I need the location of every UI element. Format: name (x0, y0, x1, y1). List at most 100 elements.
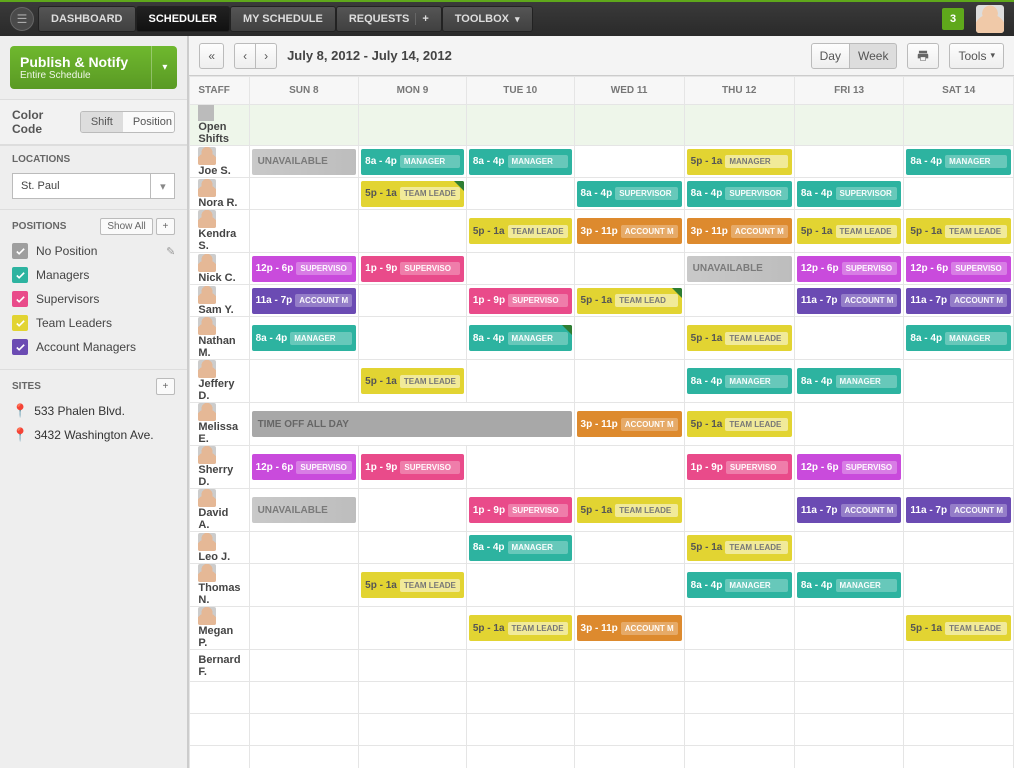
shift-cell[interactable]: 11a - 7pACCOUNT M (904, 489, 1014, 532)
shift-cell[interactable]: 5p - 1aTEAM LEAD (574, 285, 684, 317)
nav-requests[interactable]: REQUESTS+ (336, 6, 442, 32)
next-week-button[interactable]: › (256, 43, 277, 69)
position-item[interactable]: Team Leaders (12, 311, 175, 335)
shift-cell[interactable]: 3p - 11pACCOUNT M (574, 607, 684, 650)
shift-cell[interactable]: 3p - 11pACCOUNT M (684, 210, 794, 253)
timeoff-cell[interactable]: TIME OFF ALL DAY (249, 403, 574, 446)
site-item[interactable]: 📍3432 Washington Ave. (12, 423, 175, 447)
staff-name-cell[interactable]: David A. (190, 489, 249, 532)
staff-name-cell[interactable]: Nathan M. (190, 317, 249, 360)
prev-week-button[interactable]: ‹ (234, 43, 256, 69)
nav-scheduler[interactable]: SCHEDULER (136, 6, 230, 32)
shift-cell[interactable]: 8a - 4pSUPERVISOR (684, 178, 794, 210)
shift-cell[interactable]: 12p - 6pSUPERVISO (904, 253, 1014, 285)
site-item[interactable]: 📍533 Phalen Blvd. (12, 399, 175, 423)
empty-cell[interactable] (794, 403, 904, 446)
empty-cell[interactable] (249, 360, 359, 403)
shift-cell[interactable]: 8a - 4pSUPERVISOR (574, 178, 684, 210)
shift-cell[interactable]: 5p - 1aTEAM LEADE (904, 607, 1014, 650)
nav-my-schedule[interactable]: MY SCHEDULE (230, 6, 336, 32)
empty-cell[interactable] (904, 446, 1014, 489)
empty-cell[interactable] (574, 446, 684, 489)
view-week-button[interactable]: Week (850, 43, 897, 69)
shift-cell[interactable]: 1p - 9pSUPERVISO (466, 285, 574, 317)
location-select[interactable]: St. Paul ▾ (12, 173, 175, 199)
shift-cell[interactable]: 5p - 1aTEAM LEADE (574, 489, 684, 532)
shift-cell[interactable]: 5p - 1aMANAGER (684, 146, 794, 178)
position-item[interactable]: No Position✎ (12, 239, 175, 263)
empty-cell[interactable] (359, 650, 467, 682)
shift-cell[interactable]: 5p - 1aTEAM LEADE (359, 360, 467, 403)
shift-cell[interactable]: 8a - 4pMANAGER (684, 564, 794, 607)
unavailable-cell[interactable]: UNAVAILABLE (684, 253, 794, 285)
shift-cell[interactable]: 1p - 9pSUPERVISO (684, 446, 794, 489)
view-day-button[interactable]: Day (811, 43, 850, 69)
shift-cell[interactable]: 5p - 1aTEAM LEADE (359, 564, 467, 607)
empty-cell[interactable] (466, 564, 574, 607)
shift-cell[interactable]: 8a - 4pMANAGER (466, 532, 574, 564)
staff-name-cell[interactable]: Leo J. (190, 532, 249, 564)
empty-cell[interactable] (249, 650, 359, 682)
empty-cell[interactable] (574, 317, 684, 360)
add-position-button[interactable]: + (156, 218, 176, 235)
shift-cell[interactable]: 8a - 4pMANAGER (359, 146, 467, 178)
staff-name-cell[interactable]: Sherry D. (190, 446, 249, 489)
empty-cell[interactable] (904, 178, 1014, 210)
staff-name-cell[interactable]: Joe S. (190, 146, 249, 178)
shift-cell[interactable]: 12p - 6pSUPERVISO (794, 446, 904, 489)
empty-cell[interactable] (249, 210, 359, 253)
shift-cell[interactable]: 8a - 4pMANAGER (684, 360, 794, 403)
shift-cell[interactable]: 8a - 4pMANAGER (904, 317, 1014, 360)
empty-cell[interactable] (904, 564, 1014, 607)
shift-cell[interactable]: 3p - 11pACCOUNT M (574, 403, 684, 446)
profile-avatar[interactable] (976, 5, 1004, 33)
add-site-button[interactable]: + (156, 378, 176, 395)
staff-name-cell[interactable]: Kendra S. (190, 210, 249, 253)
empty-cell[interactable] (574, 564, 684, 607)
collapse-left-button[interactable]: « (199, 43, 224, 69)
empty-cell[interactable] (249, 532, 359, 564)
empty-cell[interactable] (359, 489, 467, 532)
shift-cell[interactable]: 5p - 1aTEAM LEADE (466, 607, 574, 650)
shift-cell[interactable]: 1p - 9pSUPERVISO (359, 446, 467, 489)
empty-cell[interactable] (684, 285, 794, 317)
shift-cell[interactable]: 8a - 4pMANAGER (466, 317, 574, 360)
position-item[interactable]: Account Managers (12, 335, 175, 359)
shift-cell[interactable]: 8a - 4pMANAGER (466, 146, 574, 178)
empty-cell[interactable] (359, 210, 467, 253)
shift-cell[interactable]: 8a - 4pMANAGER (249, 317, 359, 360)
shift-cell[interactable]: 11a - 7pACCOUNT M (794, 285, 904, 317)
app-logo-icon[interactable]: ☰ (10, 7, 34, 31)
unavailable-cell[interactable]: UNAVAILABLE (249, 146, 359, 178)
shift-cell[interactable]: 5p - 1aTEAM LEADE (466, 210, 574, 253)
shift-cell[interactable]: 5p - 1aTEAM LEADE (794, 210, 904, 253)
empty-cell[interactable] (684, 489, 794, 532)
edit-icon[interactable]: ✎ (166, 245, 175, 258)
shift-cell[interactable]: 8a - 4pMANAGER (794, 564, 904, 607)
empty-cell[interactable] (249, 607, 359, 650)
shift-cell[interactable]: 1p - 9pSUPERVISO (359, 253, 467, 285)
shift-cell[interactable]: 1p - 9pSUPERVISO (466, 489, 574, 532)
shift-cell[interactable]: 8a - 4pSUPERVISOR (794, 178, 904, 210)
empty-cell[interactable] (359, 607, 467, 650)
empty-cell[interactable] (574, 253, 684, 285)
show-all-button[interactable]: Show All (100, 218, 152, 235)
nav-toolbox[interactable]: TOOLBOX▾ (442, 6, 533, 32)
staff-name-cell[interactable]: Jeffery D. (190, 360, 249, 403)
empty-cell[interactable] (574, 146, 684, 178)
empty-cell[interactable] (466, 360, 574, 403)
position-item[interactable]: Managers (12, 263, 175, 287)
shift-cell[interactable]: 12p - 6pSUPERVISO (249, 446, 359, 489)
staff-name-cell[interactable]: Thomas N. (190, 564, 249, 607)
shift-cell[interactable]: 11a - 7pACCOUNT M (904, 285, 1014, 317)
empty-cell[interactable] (574, 650, 684, 682)
shift-cell[interactable]: 5p - 1aTEAM LEADE (684, 532, 794, 564)
empty-cell[interactable] (574, 360, 684, 403)
shift-cell[interactable]: 5p - 1aTEAM LEADE (684, 317, 794, 360)
color-code-position[interactable]: Position (123, 112, 176, 132)
empty-cell[interactable] (684, 650, 794, 682)
shift-cell[interactable]: 11a - 7pACCOUNT M (249, 285, 359, 317)
chevron-down-icon[interactable]: ▾ (151, 46, 177, 89)
empty-cell[interactable] (794, 146, 904, 178)
staff-name-cell[interactable]: Bernard F. (190, 650, 249, 682)
